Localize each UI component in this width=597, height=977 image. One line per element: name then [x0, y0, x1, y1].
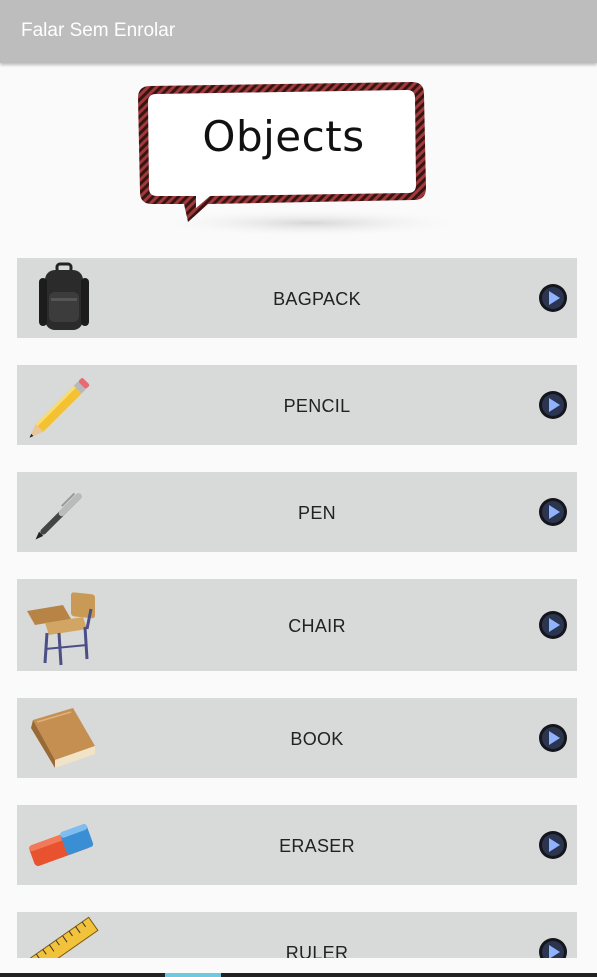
list-item-pencil[interactable]: PENCIL	[17, 365, 577, 445]
list-item-label: CHAIR	[288, 616, 346, 636]
list-item-bagpack[interactable]: BAGPACK	[17, 258, 577, 338]
app-title: Falar Sem Enrolar	[21, 20, 176, 41]
list-item-label: RULER	[285, 943, 349, 958]
list-item-label: BOOK	[290, 729, 344, 749]
list-item-label: ERASER	[279, 836, 355, 856]
play-icon[interactable]	[538, 497, 568, 527]
play-icon[interactable]	[538, 390, 568, 420]
list-item-book[interactable]: BOOK	[17, 698, 577, 778]
list-item-label: PENCIL	[283, 396, 351, 416]
play-icon[interactable]	[538, 610, 568, 640]
app-bar: Falar Sem Enrolar	[0, 0, 597, 63]
list-item-chair[interactable]: CHAIR	[17, 579, 577, 671]
bottom-divider	[0, 973, 597, 977]
list-item-label: BAGPACK	[273, 289, 361, 309]
list-item-eraser[interactable]: ERASER	[17, 805, 577, 885]
banner-title: Objects	[202, 112, 365, 161]
scroll-indicator	[165, 973, 221, 977]
list-item-label: PEN	[298, 503, 336, 523]
play-icon[interactable]	[538, 723, 568, 753]
category-banner: Objects	[136, 80, 471, 240]
list-item-ruler[interactable]: RULER	[17, 912, 577, 958]
play-icon[interactable]	[538, 937, 568, 958]
play-icon[interactable]	[538, 283, 568, 313]
play-icon[interactable]	[538, 830, 568, 860]
list-item-pen[interactable]: PEN	[17, 472, 577, 552]
